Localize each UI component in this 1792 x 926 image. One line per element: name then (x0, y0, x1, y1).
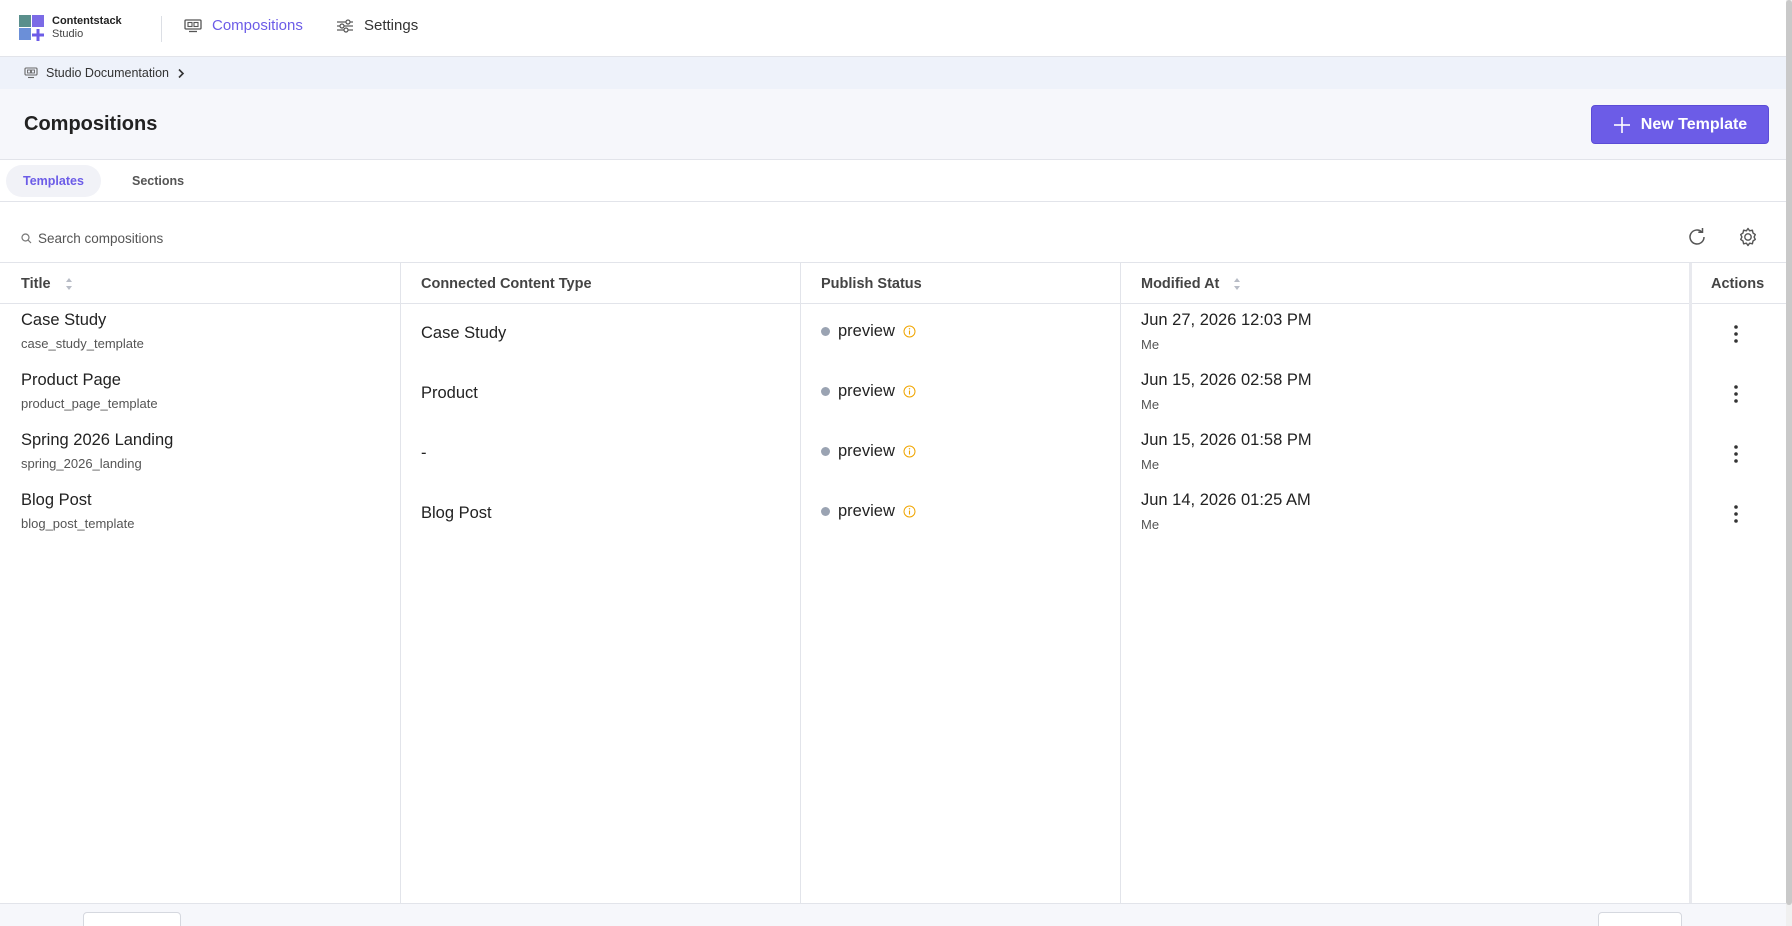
search-icon (21, 233, 32, 244)
tabs: Templates Sections (0, 160, 1786, 202)
row-title[interactable]: Case Study (21, 311, 144, 330)
table-row[interactable]: Case Study case_study_template Case Stud… (0, 304, 1689, 364)
status-label: preview (838, 382, 895, 400)
new-template-label: New Template (1640, 115, 1748, 133)
nav-settings[interactable]: Settings (336, 17, 418, 34)
page-header: Compositions New Template (0, 89, 1786, 160)
row-modified-at: Jun 15, 2026 02:58 PM (1141, 371, 1312, 389)
row-modified-at: Jun 15, 2026 01:58 PM (1141, 431, 1312, 449)
column-publish-status: Publish Status (821, 275, 922, 292)
status-badge: preview (821, 442, 916, 461)
row-modified-by: Me (1141, 397, 1160, 412)
info-icon[interactable] (903, 325, 916, 338)
new-template-button[interactable]: New Template (1591, 105, 1769, 144)
row-content-type: Blog Post (421, 504, 492, 522)
status-badge: preview (821, 502, 916, 521)
row-modified-by: Me (1141, 457, 1160, 472)
row-uid: case_study_template (21, 336, 144, 351)
table-row[interactable]: Product Page product_page_template Produ… (0, 364, 1689, 424)
refresh-button[interactable] (1686, 226, 1708, 253)
brand-name: Contentstack (52, 15, 122, 27)
status-dot (821, 447, 830, 456)
page-size-select[interactable] (83, 912, 181, 926)
search-input[interactable] (38, 227, 638, 249)
breadcrumb-item[interactable]: Studio Documentation (46, 66, 169, 80)
info-icon[interactable] (903, 445, 916, 458)
table-row[interactable]: Blog Post blog_post_template Blog Post p… (0, 484, 1689, 544)
row-actions-kebab-icon[interactable] (1728, 442, 1744, 466)
actions-column-edge (1689, 263, 1692, 903)
row-modified-by: Me (1141, 337, 1160, 352)
breadcrumb: Studio Documentation (0, 57, 1786, 89)
nav-compositions-label: Compositions (212, 17, 303, 34)
row-modified-at: Jun 27, 2026 12:03 PM (1141, 311, 1312, 329)
tab-templates[interactable]: Templates (6, 165, 101, 197)
status-badge: preview (821, 322, 916, 341)
scrollbar-thumb[interactable] (1786, 0, 1792, 905)
column-modified-at[interactable]: Modified At (1141, 263, 1241, 304)
chevron-right-icon[interactable] (177, 68, 185, 79)
row-modified-by: Me (1141, 517, 1160, 532)
row-uid: blog_post_template (21, 516, 135, 531)
gear-icon (1740, 227, 1756, 247)
info-icon[interactable] (903, 385, 916, 398)
status-dot (821, 327, 830, 336)
plus-icon (1613, 116, 1630, 133)
sort-icon[interactable] (1233, 277, 1241, 291)
status-badge: preview (821, 382, 916, 401)
row-title[interactable]: Spring 2026 Landing (21, 431, 173, 450)
table-row[interactable]: Spring 2026 Landing spring_2026_landing … (0, 424, 1689, 484)
row-title[interactable]: Product Page (21, 371, 158, 390)
page-number-input[interactable] (1598, 912, 1682, 926)
compositions-icon (184, 18, 202, 32)
brand-product: Studio (52, 28, 84, 40)
status-label: preview (838, 502, 895, 520)
row-content-type: Product (421, 384, 478, 402)
column-actions: Actions (1711, 275, 1765, 292)
table-header: Title Connected Content Type Publish Sta… (0, 263, 1786, 304)
refresh-icon (1689, 228, 1705, 245)
column-title[interactable]: Title (21, 263, 73, 304)
search-row (0, 202, 1786, 263)
row-modified-at: Jun 14, 2026 01:25 AM (1141, 491, 1311, 509)
row-actions-kebab-icon[interactable] (1728, 322, 1744, 346)
status-label: preview (838, 322, 895, 340)
tab-sections[interactable]: Sections (115, 165, 201, 197)
table-settings-button[interactable] (1736, 226, 1760, 255)
status-dot (821, 387, 830, 396)
sliders-icon (337, 18, 353, 33)
row-uid: spring_2026_landing (21, 456, 142, 471)
pagination-footer (0, 903, 1786, 926)
status-label: preview (838, 442, 895, 460)
page-title: Compositions (24, 113, 158, 135)
app-logo[interactable]: Contentstack Studio (19, 15, 122, 41)
logo-mark-icon (19, 15, 45, 41)
status-dot (821, 507, 830, 516)
row-actions-kebab-icon[interactable] (1728, 382, 1744, 406)
nav-divider (161, 16, 162, 42)
nav-settings-label: Settings (364, 17, 419, 34)
row-title[interactable]: Blog Post (21, 491, 134, 510)
project-icon (24, 67, 38, 79)
row-content-type: - (421, 444, 427, 462)
nav-compositions[interactable]: Compositions (184, 17, 303, 34)
row-uid: product_page_template (21, 396, 158, 411)
row-content-type: Case Study (421, 324, 507, 342)
row-actions-kebab-icon[interactable] (1728, 502, 1744, 526)
top-nav: Contentstack Studio Compositions Setting… (0, 0, 1786, 57)
info-icon[interactable] (903, 505, 916, 518)
sort-icon[interactable] (65, 277, 73, 291)
column-content-type: Connected Content Type (421, 275, 592, 292)
